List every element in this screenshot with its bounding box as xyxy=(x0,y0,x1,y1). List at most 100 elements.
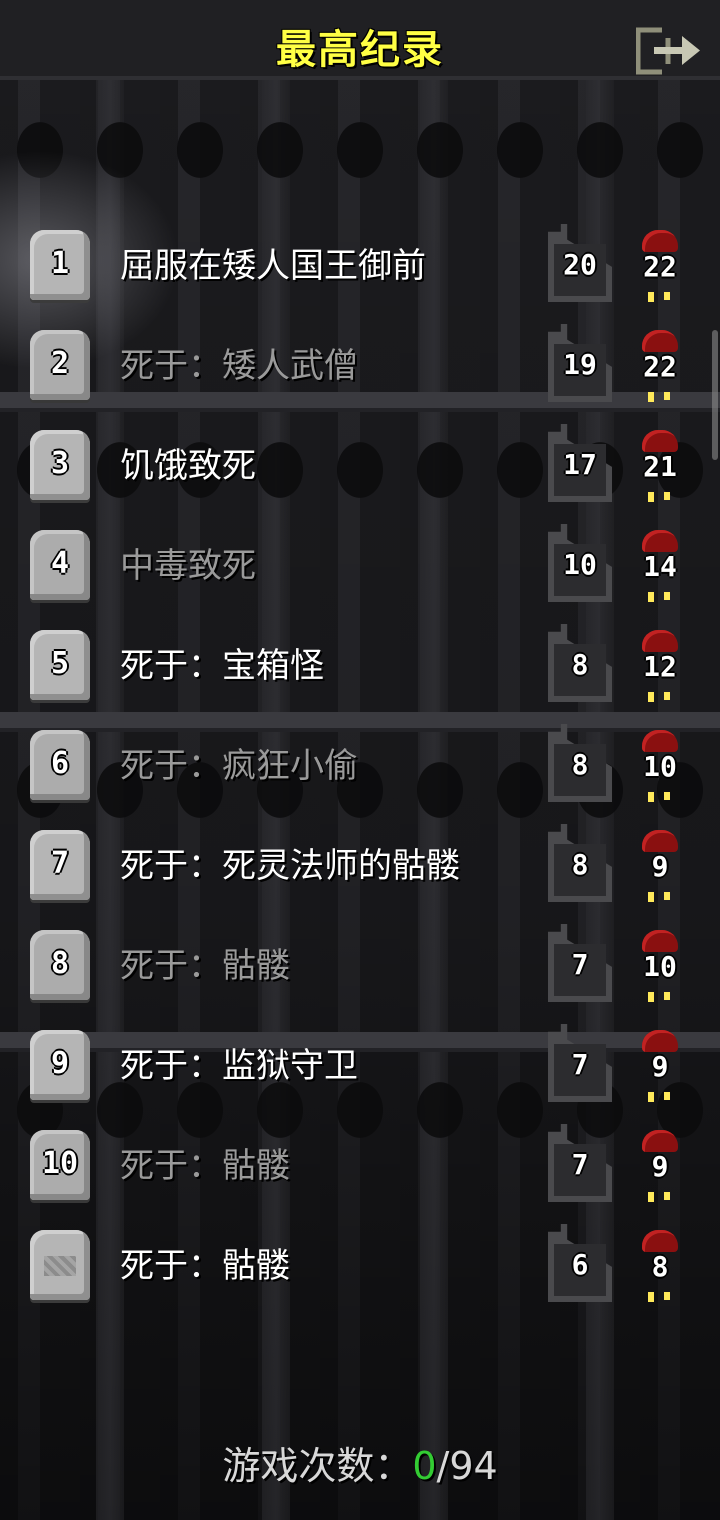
record-description: 屈服在矮人国王御前 xyxy=(120,246,426,286)
level-icon-drip xyxy=(646,292,674,302)
level-icon-cap xyxy=(642,330,678,352)
gravestone-icon: 7 xyxy=(30,830,90,900)
level-icon: 9 xyxy=(636,830,684,906)
level-icon: 9 xyxy=(636,1030,684,1106)
depth-stairs-icon: 8 xyxy=(548,624,612,702)
depth-stairs-icon: 8 xyxy=(548,824,612,902)
level-value: 8 xyxy=(651,1250,669,1283)
gravestone-icon: 9 xyxy=(30,1030,90,1100)
gravestone-icon: 3 xyxy=(30,430,90,500)
rank-number: 1 xyxy=(50,246,70,281)
level-icon-cap xyxy=(642,230,678,252)
games-total-count: 94 xyxy=(449,1444,498,1488)
records-list: 1 屈服在矮人国王御前 20 22 2 死于：矮人武僧 19 22 3 饥饿致死 17 21 4 中毒致死… xyxy=(0,216,720,1316)
gravestone-icon xyxy=(30,1230,90,1300)
depth-stairs-icon: 10 xyxy=(548,524,612,602)
page-title: 最高纪录 xyxy=(276,27,444,73)
record-row[interactable]: 10 死于：骷髅 7 9 xyxy=(0,1116,720,1216)
rank-number: 7 xyxy=(50,846,70,881)
level-icon-drip xyxy=(646,1292,674,1302)
level-icon-drip xyxy=(646,592,674,602)
record-row[interactable]: 6 死于：疯狂小偷 8 10 xyxy=(0,716,720,816)
depth-stairs-icon: 7 xyxy=(548,924,612,1002)
record-description: 饥饿致死 xyxy=(120,446,256,486)
record-description: 死于：宝箱怪 xyxy=(120,646,324,686)
record-row[interactable]: 2 死于：矮人武僧 19 22 xyxy=(0,316,720,416)
rank-number: 5 xyxy=(50,646,70,681)
depth-value: 20 xyxy=(563,248,597,281)
level-icon: 14 xyxy=(636,530,684,606)
rank-number: 6 xyxy=(50,746,70,781)
rank-number: 9 xyxy=(50,1046,70,1081)
level-icon: 12 xyxy=(636,630,684,706)
record-row[interactable]: 死于：骷髅 6 8 xyxy=(0,1216,720,1316)
games-won-count: 0 xyxy=(412,1444,437,1488)
level-icon-drip xyxy=(646,992,674,1002)
level-icon: 10 xyxy=(636,730,684,806)
depth-stairs-icon: 20 xyxy=(548,224,612,302)
level-icon-cap xyxy=(642,830,678,852)
scroll-indicator[interactable] xyxy=(712,330,718,460)
depth-value: 8 xyxy=(571,648,589,681)
depth-value: 8 xyxy=(571,848,589,881)
depth-stairs-icon: 7 xyxy=(548,1124,612,1202)
gravestone-icon: 2 xyxy=(30,330,90,400)
gravestone-icon: 1 xyxy=(30,230,90,300)
rank-number: 3 xyxy=(50,446,70,481)
record-description: 死于：矮人武僧 xyxy=(120,346,358,386)
level-icon-cap xyxy=(642,430,678,452)
record-row[interactable]: 7 死于：死灵法师的骷髅 8 9 xyxy=(0,816,720,916)
record-row[interactable]: 9 死于：监狱守卫 7 9 xyxy=(0,1016,720,1116)
games-played-footer: 游戏次数：0/94 xyxy=(0,1436,720,1496)
level-icon-cap xyxy=(642,730,678,752)
level-value: 12 xyxy=(643,650,677,683)
level-icon-cap xyxy=(642,930,678,952)
gravestone-icon: 4 xyxy=(30,530,90,600)
level-value: 14 xyxy=(643,550,677,583)
depth-value: 7 xyxy=(571,1048,589,1081)
record-row[interactable]: 5 死于：宝箱怪 8 12 xyxy=(0,616,720,716)
gravestone-icon: 5 xyxy=(30,630,90,700)
level-value: 22 xyxy=(643,250,677,283)
depth-stairs-icon: 7 xyxy=(548,1024,612,1102)
level-icon-drip xyxy=(646,1092,674,1102)
exit-icon xyxy=(635,26,700,76)
games-separator: / xyxy=(436,1444,450,1488)
level-icon: 22 xyxy=(636,330,684,406)
level-icon-cap xyxy=(642,1030,678,1052)
rank-number: 4 xyxy=(50,546,70,581)
gravestone-icon: 6 xyxy=(30,730,90,800)
depth-stairs-icon: 17 xyxy=(548,424,612,502)
level-icon-cap xyxy=(642,630,678,652)
record-description: 死于：骷髅 xyxy=(120,1246,290,1286)
level-icon: 22 xyxy=(636,230,684,306)
level-value: 9 xyxy=(651,850,669,883)
record-description: 死于：骷髅 xyxy=(120,1146,290,1186)
depth-value: 10 xyxy=(563,548,597,581)
header-bar: 最高纪录 xyxy=(0,0,720,80)
level-value: 10 xyxy=(643,950,677,983)
depth-stairs-icon: 8 xyxy=(548,724,612,802)
rankings-screen: 最高纪录 1 屈服在矮人国王御前 20 22 2 死于：矮人武僧 19 22 3 饥饿致死 17 21… xyxy=(0,0,720,1520)
level-icon-drip xyxy=(646,492,674,502)
level-icon: 8 xyxy=(636,1230,684,1306)
record-row[interactable]: 3 饥饿致死 17 21 xyxy=(0,416,720,516)
record-description: 死于：死灵法师的骷髅 xyxy=(120,846,460,886)
gravestone-icon: 10 xyxy=(30,1130,90,1200)
level-icon-drip xyxy=(646,392,674,402)
depth-value: 19 xyxy=(563,348,597,381)
exit-button[interactable] xyxy=(635,26,702,76)
level-icon-drip xyxy=(646,792,674,802)
level-value: 10 xyxy=(643,750,677,783)
rank-number: 10 xyxy=(41,1146,79,1181)
record-row[interactable]: 4 中毒致死 10 14 xyxy=(0,516,720,616)
record-description: 中毒致死 xyxy=(120,546,256,586)
level-icon: 10 xyxy=(636,930,684,1006)
record-row[interactable]: 8 死于：骷髅 7 10 xyxy=(0,916,720,1016)
depth-value: 6 xyxy=(571,1248,589,1281)
record-description: 死于：疯狂小偷 xyxy=(120,746,358,786)
rank-number: 2 xyxy=(50,346,70,381)
level-icon-drip xyxy=(646,892,674,902)
record-row[interactable]: 1 屈服在矮人国王御前 20 22 xyxy=(0,216,720,316)
depth-value: 7 xyxy=(571,1148,589,1181)
